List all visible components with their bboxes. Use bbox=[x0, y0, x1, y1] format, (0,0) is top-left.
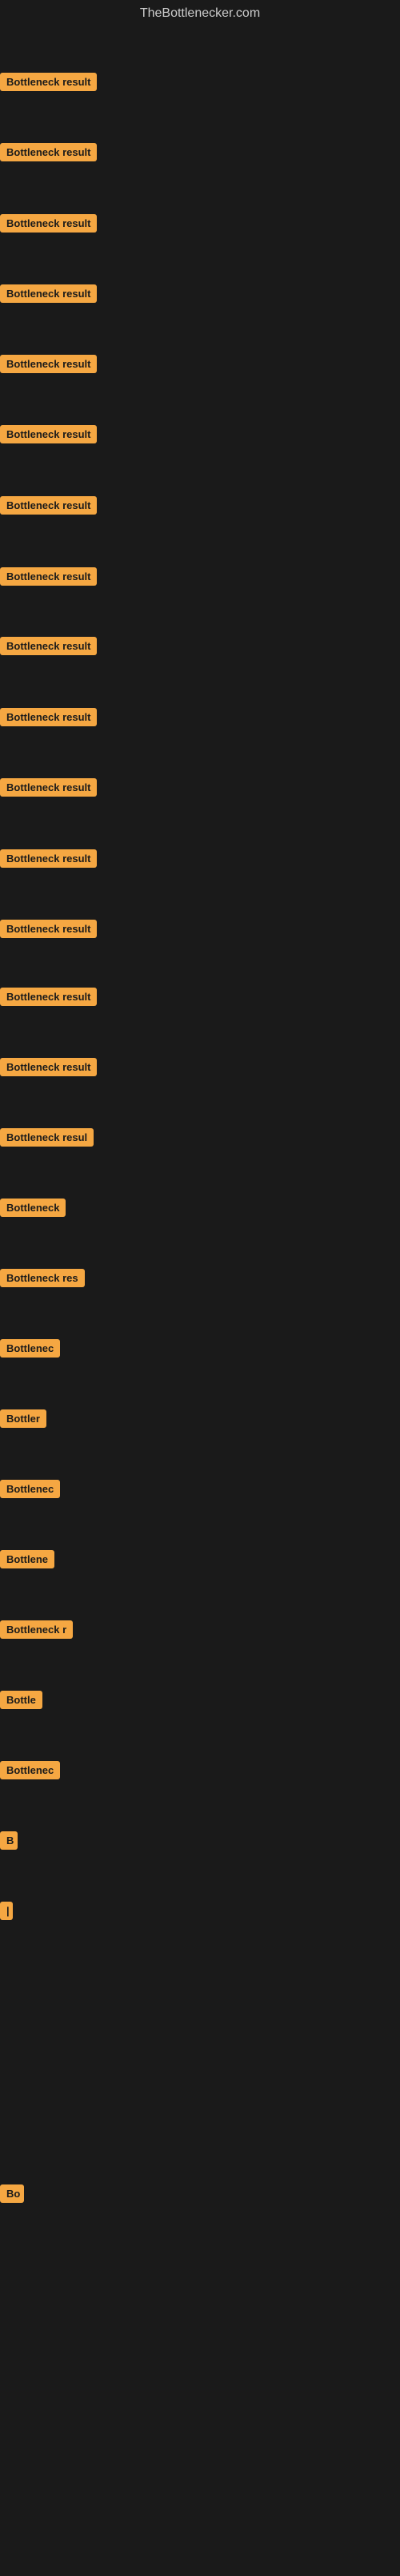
bottleneck-item-4: Bottleneck result bbox=[0, 284, 97, 303]
bottleneck-item-20: Bottler bbox=[0, 1409, 46, 1428]
bottleneck-item-24: Bottle bbox=[0, 1691, 42, 1709]
bottleneck-item-2: Bottleneck result bbox=[0, 143, 97, 161]
bottleneck-badge-12: Bottleneck result bbox=[0, 849, 97, 868]
bottleneck-badge-5: Bottleneck result bbox=[0, 355, 97, 373]
bottleneck-item-12: Bottleneck result bbox=[0, 849, 97, 868]
bottleneck-item-6: Bottleneck result bbox=[0, 425, 97, 443]
bottleneck-badge-28: Bo bbox=[0, 2184, 24, 2203]
bottleneck-item-14: Bottleneck result bbox=[0, 988, 97, 1006]
bottleneck-badge-17: Bottleneck bbox=[0, 1199, 66, 1217]
bottleneck-badge-20: Bottler bbox=[0, 1409, 46, 1428]
bottleneck-badge-9: Bottleneck result bbox=[0, 637, 97, 655]
bottleneck-item-5: Bottleneck result bbox=[0, 355, 97, 373]
bottleneck-item-28: Bo bbox=[0, 2184, 24, 2203]
bottleneck-badge-7: Bottleneck result bbox=[0, 496, 97, 515]
bottleneck-badge-2: Bottleneck result bbox=[0, 143, 97, 161]
bottleneck-badge-4: Bottleneck result bbox=[0, 284, 97, 303]
bottleneck-badge-26: B bbox=[0, 1831, 18, 1850]
bottleneck-badge-25: Bottlenec bbox=[0, 1761, 60, 1779]
bottleneck-badge-23: Bottleneck r bbox=[0, 1620, 73, 1639]
bottleneck-badge-24: Bottle bbox=[0, 1691, 42, 1709]
bottleneck-badge-21: Bottlenec bbox=[0, 1480, 60, 1498]
bottleneck-item-16: Bottleneck resul bbox=[0, 1128, 94, 1147]
site-title: TheBottlenecker.com bbox=[0, 0, 400, 27]
bottleneck-badge-13: Bottleneck result bbox=[0, 920, 97, 938]
bottleneck-badge-1: Bottleneck result bbox=[0, 73, 97, 91]
bottleneck-item-26: B bbox=[0, 1831, 18, 1850]
bottleneck-item-1: Bottleneck result bbox=[0, 73, 97, 91]
bottleneck-item-13: Bottleneck result bbox=[0, 920, 97, 938]
bottleneck-item-17: Bottleneck bbox=[0, 1199, 66, 1217]
bottleneck-item-25: Bottlenec bbox=[0, 1761, 60, 1779]
bottleneck-badge-8: Bottleneck result bbox=[0, 567, 97, 586]
bottleneck-badge-14: Bottleneck result bbox=[0, 988, 97, 1006]
bottleneck-item-11: Bottleneck result bbox=[0, 778, 97, 797]
bottleneck-item-10: Bottleneck result bbox=[0, 708, 97, 726]
bottleneck-item-3: Bottleneck result bbox=[0, 214, 97, 233]
bottleneck-badge-22: Bottlene bbox=[0, 1550, 54, 1568]
bottleneck-badge-11: Bottleneck result bbox=[0, 778, 97, 797]
bottleneck-badge-10: Bottleneck result bbox=[0, 708, 97, 726]
bottleneck-item-27: | bbox=[0, 1902, 13, 1920]
bottleneck-item-9: Bottleneck result bbox=[0, 637, 97, 655]
bottleneck-item-15: Bottleneck result bbox=[0, 1058, 97, 1076]
bottleneck-badge-27: | bbox=[0, 1902, 13, 1920]
bottleneck-badge-3: Bottleneck result bbox=[0, 214, 97, 233]
bottleneck-badge-18: Bottleneck res bbox=[0, 1269, 85, 1287]
bottleneck-item-18: Bottleneck res bbox=[0, 1269, 85, 1287]
bottleneck-badge-19: Bottlenec bbox=[0, 1339, 60, 1358]
bottleneck-badge-16: Bottleneck resul bbox=[0, 1128, 94, 1147]
bottleneck-item-23: Bottleneck r bbox=[0, 1620, 73, 1639]
bottleneck-item-7: Bottleneck result bbox=[0, 496, 97, 515]
bottleneck-badge-15: Bottleneck result bbox=[0, 1058, 97, 1076]
bottleneck-item-19: Bottlenec bbox=[0, 1339, 60, 1358]
bottleneck-item-21: Bottlenec bbox=[0, 1480, 60, 1498]
bottleneck-item-8: Bottleneck result bbox=[0, 567, 97, 586]
bottleneck-item-22: Bottlene bbox=[0, 1550, 54, 1568]
bottleneck-badge-6: Bottleneck result bbox=[0, 425, 97, 443]
